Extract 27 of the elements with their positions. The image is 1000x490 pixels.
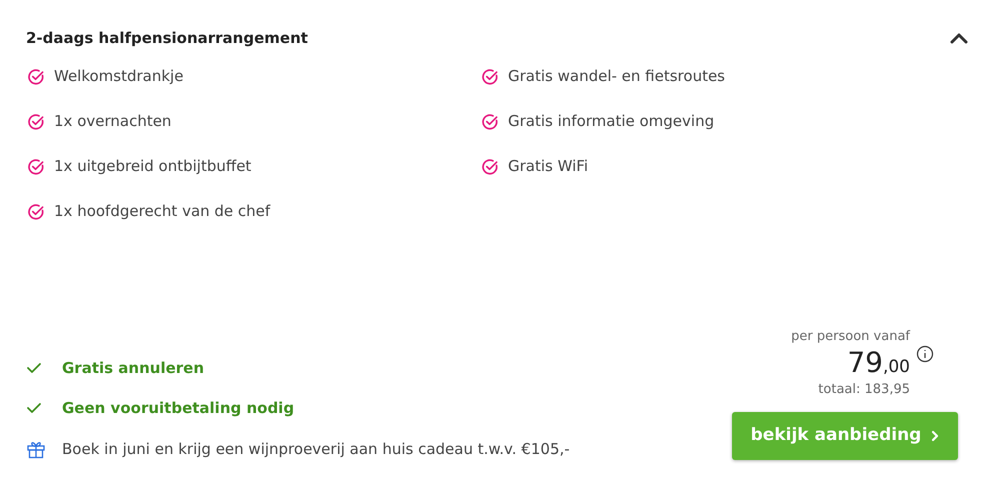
check-circle-icon	[481, 158, 499, 176]
view-offer-button[interactable]: bekijk aanbieding	[732, 412, 958, 460]
feature-text: 1x uitgebreid ontbijtbuffet	[54, 156, 252, 178]
offer-title: 2-daags halfpensionarrangement	[26, 28, 308, 49]
price-label: per persoon vanaf	[791, 328, 910, 346]
total-price: totaal: 183,95	[818, 380, 910, 398]
price: 79,00	[847, 348, 910, 376]
check-circle-icon	[481, 68, 499, 86]
feature-text: Gratis WiFi	[508, 156, 588, 178]
promo-text: Boek in juni en krijg een wijnproeverij aan huis cadeau t.w.v. €105,-	[62, 438, 570, 460]
chevron-right-icon	[931, 430, 940, 442]
check-circle-icon	[27, 112, 45, 130]
feature-text: Gratis informatie omgeving	[508, 111, 714, 132]
info-icon	[916, 344, 934, 362]
feature-text: 1x hoofdgerecht van de chef	[54, 201, 270, 222]
feature-text: Gratis wandel- en fietsroutes	[508, 66, 726, 88]
check-circle-icon	[27, 202, 45, 220]
condition-text: Geen vooruitbetaling nodig	[62, 398, 294, 419]
feature-text: 1x overnachten	[54, 111, 172, 132]
check-circle-icon	[481, 112, 499, 130]
feature-text: Welkomstdrankje	[54, 66, 184, 88]
check-icon	[26, 362, 42, 374]
check-circle-icon	[27, 68, 45, 86]
check-circle-icon	[27, 158, 45, 176]
condition-text: Gratis annuleren	[62, 358, 204, 378]
check-icon	[26, 402, 42, 414]
chevron-icon	[950, 32, 968, 44]
